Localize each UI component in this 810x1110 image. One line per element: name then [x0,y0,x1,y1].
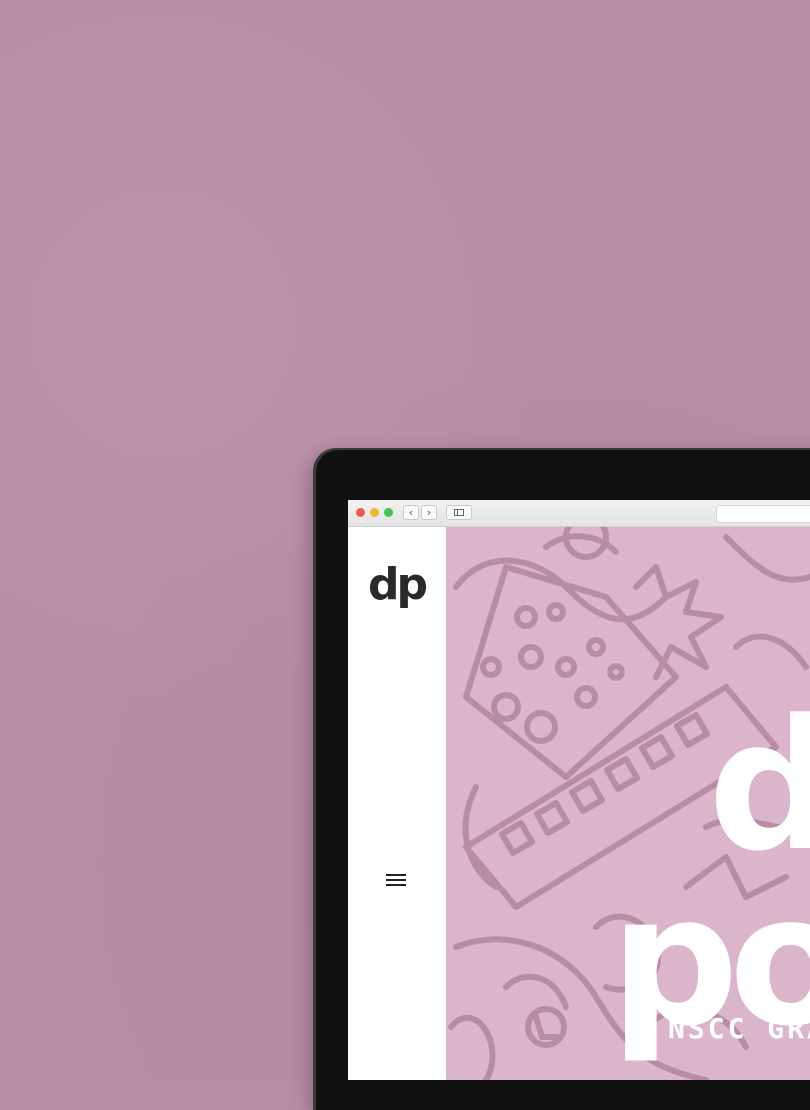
chevron-right-icon: › [426,506,432,519]
hero-heading-line-1: d [708,682,810,891]
minimize-window-button[interactable] [370,508,379,517]
back-button[interactable]: ‹ [403,505,419,520]
sidebar-toggle-icon[interactable] [446,505,472,520]
hamburger-menu-icon[interactable] [386,872,406,888]
maximize-window-button[interactable] [384,508,393,517]
hero-section: d po NSCC GRA [446,527,810,1080]
address-bar[interactable] [716,505,810,523]
browser-window: ‹ › dp d po NSCC GR [348,500,810,1080]
browser-toolbar: ‹ › [348,500,810,527]
chevron-left-icon: ‹ [408,506,414,519]
close-window-button[interactable] [356,508,365,517]
forward-button[interactable]: › [421,505,437,520]
site-logo[interactable]: dp [368,563,428,607]
hero-tagline: NSCC GRA [668,1012,810,1045]
site-sidebar: dp [348,527,446,1080]
